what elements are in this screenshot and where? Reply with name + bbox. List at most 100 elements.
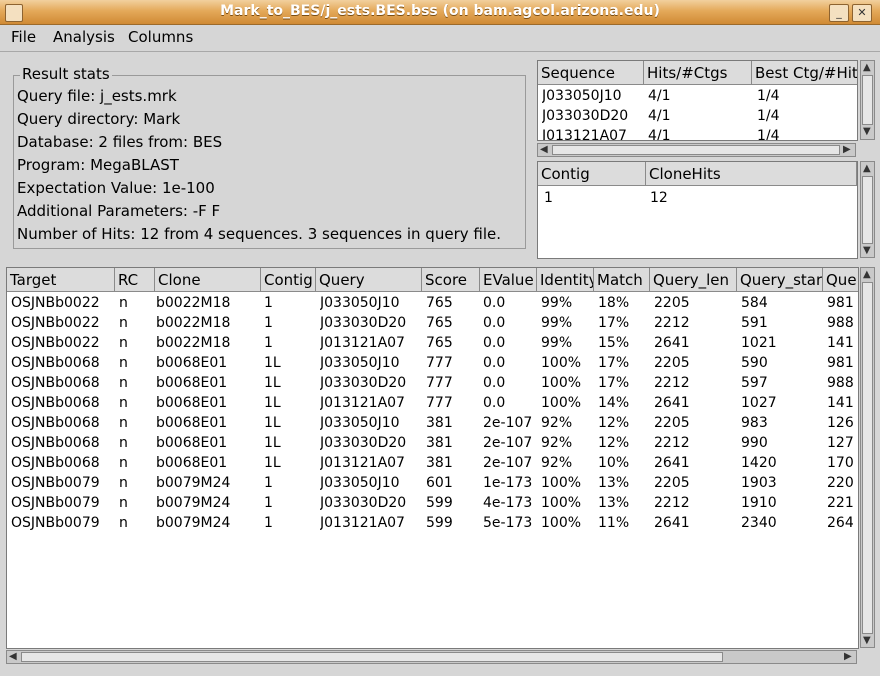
sequence-vscroll-thumb[interactable] — [862, 75, 873, 125]
col-target[interactable]: Target — [7, 268, 115, 292]
table-row[interactable]: OSJNBb0079 n b0079M24 1 J033050J10 601 1e-173 1… — [7, 474, 858, 494]
hits-table[interactable]: Target RC Clone Contig Query Score EValu… — [6, 267, 859, 649]
scroll-right-icon[interactable]: ▶ — [844, 652, 852, 662]
table-row[interactable]: OSJNBb0068 n b0068E01 1L J033030D20 381 2e-107… — [7, 434, 858, 454]
cell-target: OSJNBb0079 — [11, 495, 100, 511]
cell-query: J013121A07 — [320, 335, 405, 351]
col-query-start[interactable]: Query_start — [737, 268, 823, 292]
menu-columns[interactable]: Columns — [128, 28, 193, 46]
cell-query-end: 988 — [827, 375, 854, 391]
col-rc[interactable]: RC — [115, 268, 155, 292]
scroll-down-icon[interactable]: ▼ — [863, 127, 871, 137]
cell-query: J013121A07 — [320, 455, 405, 471]
hits-hscroll[interactable]: ◀ ▶ — [6, 650, 857, 664]
sequence-hscroll-thumb[interactable] — [552, 145, 840, 155]
table-row[interactable]: OSJNBb0068 n b0068E01 1L J033050J10 777 0.0 100… — [7, 354, 858, 374]
col-query[interactable]: Query — [316, 268, 422, 292]
cell-identity: 100% — [541, 515, 582, 531]
table-row[interactable]: OSJNBb0022 n b0022M18 1 J033030D20 765 0.0 99% 1… — [7, 314, 858, 334]
sequence-table[interactable]: Sequence Hits/#Ctgs Best Ctg/#Hits J0330… — [537, 60, 858, 141]
hits-vscroll-thumb[interactable] — [862, 282, 873, 634]
col-contig[interactable]: Contig — [538, 162, 646, 186]
cell-query: J033050J10 — [320, 355, 400, 371]
title-bar[interactable]: Mark_to_BES/j_ests.BES.bss (on bam.agcol… — [0, 0, 880, 25]
cell-rc: n — [119, 295, 128, 311]
seq-row-3-best[interactable]: 1/4 — [757, 128, 780, 140]
scroll-down-icon[interactable]: ▼ — [863, 246, 871, 256]
col-best-ctg-hits[interactable]: Best Ctg/#Hits — [752, 61, 857, 85]
seq-row-1-hits[interactable]: 4/1 — [648, 88, 671, 104]
cell-contig: 1L — [264, 415, 281, 431]
cell-match: 17% — [598, 315, 630, 331]
cell-contig: 1 — [264, 295, 273, 311]
table-row[interactable]: OSJNBb0068 n b0068E01 1L J013121A07 777 0.0 100… — [7, 394, 858, 414]
hits-vscroll[interactable]: ▲ ▼ — [860, 267, 875, 648]
contig-vscroll[interactable]: ▲ ▼ — [860, 161, 875, 258]
col-match[interactable]: Match — [594, 268, 650, 292]
minimize-button[interactable]: _ — [829, 4, 849, 22]
contig-table[interactable]: Contig CloneHits 1 12 — [537, 161, 858, 259]
cell-identity: 99% — [541, 295, 573, 311]
seq-row-2-best[interactable]: 1/4 — [757, 108, 780, 124]
col-sequence[interactable]: Sequence — [538, 61, 644, 85]
col-clonehits[interactable]: CloneHits — [646, 162, 857, 186]
stat-program: Program: MegaBLAST — [17, 156, 179, 174]
cell-contig: 1 — [264, 495, 273, 511]
scroll-up-icon[interactable]: ▲ — [863, 63, 871, 73]
seq-row-3-hits[interactable]: 4/1 — [648, 128, 671, 140]
cell-query-len: 2212 — [654, 375, 690, 391]
seq-row-2-hits[interactable]: 4/1 — [648, 108, 671, 124]
scroll-up-icon[interactable]: ▲ — [863, 270, 871, 280]
scroll-left-icon[interactable]: ◀ — [9, 652, 17, 662]
col-evalue[interactable]: EValue — [480, 268, 537, 292]
contig-row-1-contig[interactable]: 1 — [544, 190, 553, 206]
table-row[interactable]: OSJNBb0068 n b0068E01 1L J013121A07 381 2e-107… — [7, 454, 858, 474]
contig-vscroll-thumb[interactable] — [862, 176, 873, 244]
table-row[interactable]: OSJNBb0079 n b0079M24 1 J013121A07 599 5e-173 1… — [7, 514, 858, 534]
scroll-right-icon[interactable]: ▶ — [843, 145, 851, 155]
col-contig[interactable]: Contig — [261, 268, 316, 292]
col-score[interactable]: Score — [422, 268, 480, 292]
cell-rc: n — [119, 475, 128, 491]
cell-clone: b0068E01 — [156, 355, 228, 371]
col-query-end[interactable]: Que — [823, 268, 858, 292]
table-row[interactable]: OSJNBb0068 n b0068E01 1L J033050J10 381 2e-107… — [7, 414, 858, 434]
cell-clone: b0022M18 — [156, 315, 231, 331]
hits-hscroll-thumb[interactable] — [21, 652, 723, 662]
cell-clone: b0068E01 — [156, 395, 228, 411]
stat-expectation: Expectation Value: 1e-100 — [17, 179, 215, 197]
col-identity[interactable]: Identity — [537, 268, 594, 292]
cell-rc: n — [119, 495, 128, 511]
cell-evalue: 5e-173 — [483, 515, 533, 531]
cell-target: OSJNBb0079 — [11, 515, 100, 531]
close-button[interactable]: ✕ — [852, 4, 872, 22]
menu-file[interactable]: File — [11, 28, 36, 46]
scroll-down-icon[interactable]: ▼ — [863, 636, 871, 646]
cell-clone: b0079M24 — [156, 495, 231, 511]
sequence-vscroll[interactable]: ▲ ▼ — [860, 60, 875, 140]
seq-row-3-sequence[interactable]: J013121A07 — [542, 128, 627, 140]
cell-query-start: 584 — [741, 295, 768, 311]
sequence-hscroll[interactable]: ◀ ▶ — [537, 143, 856, 157]
cell-query-start: 1021 — [741, 335, 777, 351]
table-row[interactable]: OSJNBb0079 n b0079M24 1 J033030D20 599 4e-173 1… — [7, 494, 858, 514]
seq-row-1-best[interactable]: 1/4 — [757, 88, 780, 104]
cell-query-end: 264 — [827, 515, 854, 531]
table-row[interactable]: OSJNBb0068 n b0068E01 1L J033030D20 777 0.0 100… — [7, 374, 858, 394]
cell-target: OSJNBb0068 — [11, 455, 100, 471]
cell-score: 599 — [426, 495, 453, 511]
cell-identity: 100% — [541, 375, 582, 391]
cell-rc: n — [119, 355, 128, 371]
col-hits-ctgs[interactable]: Hits/#Ctgs — [644, 61, 752, 85]
cell-identity: 92% — [541, 415, 573, 431]
seq-row-2-sequence[interactable]: J033030D20 — [542, 108, 628, 124]
menu-analysis[interactable]: Analysis — [53, 28, 115, 46]
col-query-len[interactable]: Query_len — [650, 268, 737, 292]
col-clone[interactable]: Clone — [155, 268, 261, 292]
seq-row-1-sequence[interactable]: J033050J10 — [542, 88, 622, 104]
table-row[interactable]: OSJNBb0022 n b0022M18 1 J013121A07 765 0.0 99% 1… — [7, 334, 858, 354]
scroll-left-icon[interactable]: ◀ — [540, 145, 548, 155]
table-row[interactable]: OSJNBb0022 n b0022M18 1 J033050J10 765 0.0 99% 1… — [7, 294, 858, 314]
scroll-up-icon[interactable]: ▲ — [863, 164, 871, 174]
contig-row-1-clonehits[interactable]: 12 — [650, 190, 668, 206]
